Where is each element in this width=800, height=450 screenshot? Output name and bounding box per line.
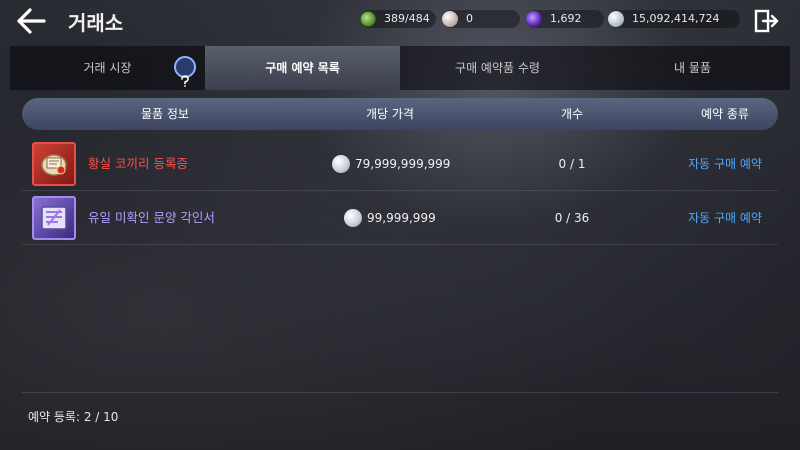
silver-coin-icon	[608, 11, 624, 27]
reservation-registration-count: 예약 등록: 2 / 10	[28, 410, 119, 424]
item-count: 0 / 36	[554, 211, 590, 225]
item-count: 0 / 1	[558, 157, 586, 171]
pearl-value: 0	[466, 12, 473, 25]
energy-value: 389/484	[384, 12, 430, 25]
tab-trade-market[interactable]: 거래 시장	[10, 46, 205, 90]
column-header-type: 예약 종류	[701, 107, 749, 121]
tab-purchase-reservation-list[interactable]: 구매 예약 목록	[205, 46, 400, 90]
currency-energy: 389/484	[360, 10, 436, 28]
silver-value: 15,092,414,724	[632, 12, 720, 25]
tab-my-items-label: 내 물품	[674, 61, 711, 75]
silver-coin-icon	[332, 155, 350, 173]
tab-trade-market-label: 거래 시장	[83, 61, 132, 75]
pearl-icon	[442, 11, 458, 27]
energy-icon	[360, 11, 376, 27]
item-price: 99,999,999	[367, 211, 436, 225]
table-row[interactable]: 유일 미확인 문양 각인서 99,999,999 0 / 36 자동 구매 예약	[22, 191, 778, 245]
exit-door-icon[interactable]	[754, 9, 780, 33]
back-arrow-icon[interactable]	[14, 6, 48, 36]
tab-purchase-reservation-list-label: 구매 예약 목록	[265, 61, 340, 75]
column-header-item: 물품 정보	[141, 107, 189, 121]
item-price: 79,999,999,999	[355, 157, 451, 171]
tab-my-items[interactable]: 내 물품	[595, 46, 790, 90]
tab-reserved-item-receipt-label: 구매 예약품 수령	[455, 61, 540, 75]
reservation-type-link[interactable]: 자동 구매 예약	[672, 137, 778, 191]
item-name: 황실 코끼리 등록증	[88, 156, 188, 171]
table-header: 물품 정보 개당 가격 개수 예약 종류	[22, 98, 778, 130]
tab-bar: 거래 시장 구매 예약 목록 구매 예약품 수령 내 물품	[10, 46, 790, 90]
top-bar: 거래소 389/484 0 1,692 15,092,414,724	[0, 0, 800, 40]
silver-coin-icon	[344, 209, 362, 227]
currency-silver: 15,092,414,724	[608, 10, 740, 28]
item-name: 유일 미확인 문양 각인서	[88, 210, 215, 225]
currency-crystal: 1,692	[526, 10, 604, 28]
tab-reserved-item-receipt[interactable]: 구매 예약품 수령	[400, 46, 595, 90]
currency-pearl: 0	[442, 10, 520, 28]
column-header-count: 개수	[560, 107, 584, 121]
crystal-value: 1,692	[550, 12, 582, 25]
reservation-type-link[interactable]: 자동 구매 예약	[672, 191, 778, 245]
help-question-icon[interactable]	[174, 56, 196, 87]
page-title: 거래소	[68, 11, 124, 35]
footer-divider	[22, 392, 778, 393]
table-row[interactable]: 황실 코끼리 등록증 79,999,999,999 0 / 1 자동 구매 예약	[22, 137, 778, 191]
crystal-icon	[526, 11, 542, 27]
engraving-scroll-icon	[32, 196, 76, 240]
elephant-certificate-icon	[32, 142, 76, 186]
column-header-price: 개당 가격	[366, 107, 414, 121]
